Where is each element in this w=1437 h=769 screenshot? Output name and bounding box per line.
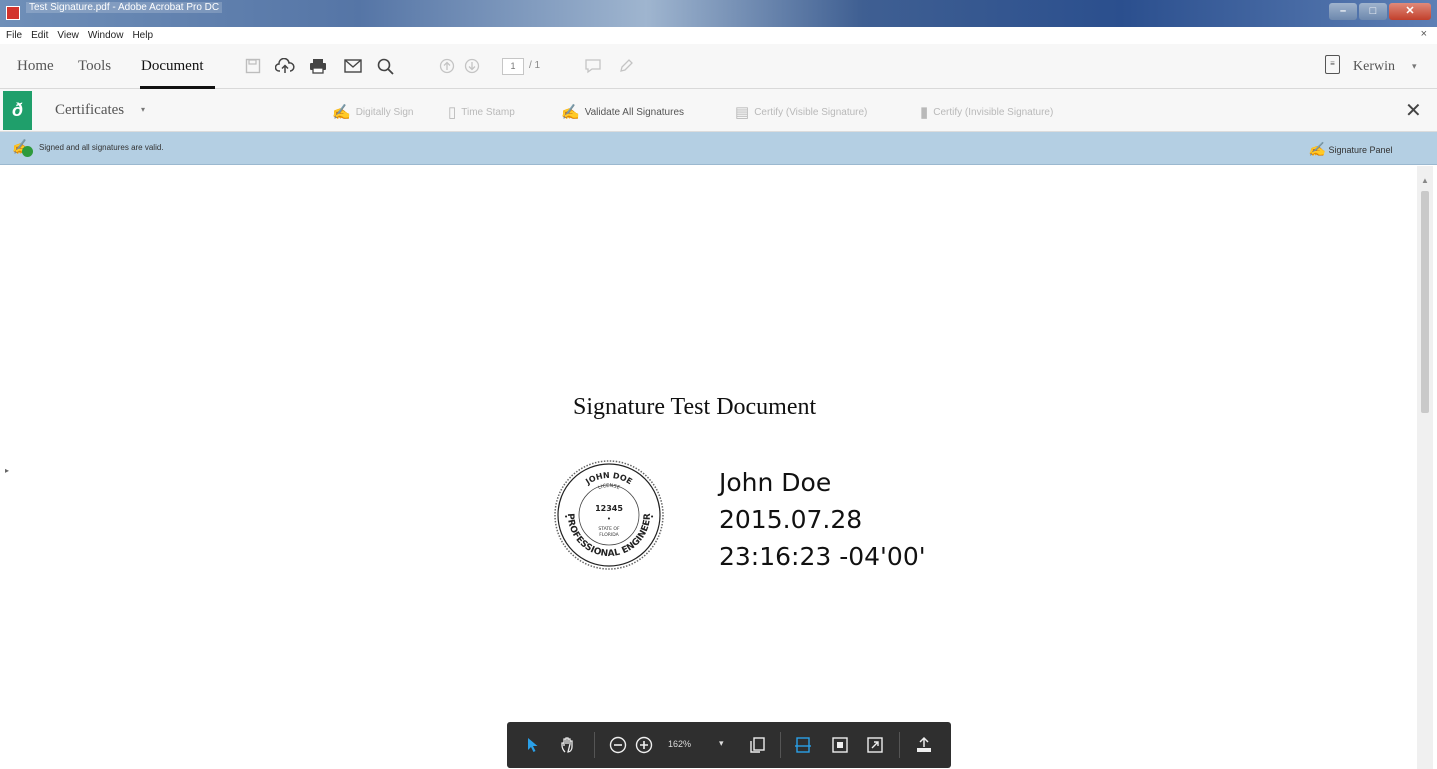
svg-text:FLORIDA: FLORIDA bbox=[599, 532, 619, 538]
time-stamp-icon: ▯ bbox=[448, 104, 457, 121]
certificates-menu[interactable]: Certificates bbox=[55, 102, 124, 119]
signature-time: 23:16:23 -04'00' bbox=[719, 542, 926, 571]
signature-date: 2015.07.28 bbox=[719, 505, 863, 534]
svg-text:•: • bbox=[564, 513, 568, 521]
close-tool-button[interactable]: ✕ bbox=[1405, 98, 1422, 123]
menu-view[interactable]: View bbox=[57, 30, 79, 41]
certify-visible-label: Certify (Visible Signature) bbox=[754, 106, 868, 118]
hand-tool-icon[interactable] bbox=[558, 734, 580, 756]
menu-window[interactable]: Window bbox=[88, 30, 124, 41]
account-icon[interactable]: ≡ bbox=[1325, 55, 1340, 74]
previous-page-icon[interactable] bbox=[437, 56, 457, 76]
menu-help[interactable]: Help bbox=[132, 30, 153, 41]
search-icon[interactable] bbox=[375, 56, 395, 76]
zoom-level-select[interactable]: 162% bbox=[668, 739, 691, 749]
tab-document[interactable]: Document bbox=[141, 58, 203, 75]
validate-all-signatures-label: Validate All Signatures bbox=[584, 106, 685, 118]
signature-panel-label: Signature Panel bbox=[1328, 144, 1393, 155]
menu-edit[interactable]: Edit bbox=[31, 30, 48, 41]
certify-invisible-label: Certify (Invisible Signature) bbox=[933, 106, 1054, 118]
chevron-down-icon[interactable]: ▾ bbox=[719, 738, 724, 749]
time-stamp-button[interactable]: ▯ Time Stamp bbox=[448, 103, 515, 121]
svg-text:•: • bbox=[607, 515, 611, 523]
certify-visible-signature-button[interactable]: ▤ Certify (Visible Signature) bbox=[735, 103, 867, 121]
digitally-sign-label: Digitally Sign bbox=[355, 106, 414, 118]
toolbar-divider bbox=[594, 732, 595, 758]
scroll-up-arrow-icon[interactable]: ▲ bbox=[1421, 176, 1429, 185]
digital-signature-block[interactable]: John Doe 2015.07.28 23:16:23 -04'00' bbox=[719, 464, 926, 575]
zoom-out-icon[interactable] bbox=[607, 734, 629, 756]
signature-status-bar: ✍ Signed and all signatures are valid. ✍… bbox=[0, 132, 1437, 165]
validate-all-signatures-button[interactable]: ✍ Validate All Signatures bbox=[561, 103, 684, 121]
main-toolbar: Home Tools Document 1 / 1 ≡ Kerwin ▾ bbox=[0, 44, 1437, 89]
document-title: Signature Test Document bbox=[573, 394, 817, 420]
signature-status-text: Signed and all signatures are valid. bbox=[39, 143, 164, 152]
close-document-button[interactable]: × bbox=[1421, 28, 1427, 40]
engineer-seal-stamp[interactable]: JOHN DOE PROFESSIONAL ENGINEER LICENSE 1… bbox=[552, 458, 666, 572]
signature-panel-icon: ✍ bbox=[1308, 141, 1326, 157]
page-number-input[interactable]: 1 bbox=[502, 58, 524, 75]
tab-tools[interactable]: Tools bbox=[78, 58, 111, 75]
digital-sign-icon: ✍ bbox=[332, 104, 351, 121]
minimize-button[interactable]: – bbox=[1329, 3, 1357, 20]
acrobat-app-icon bbox=[6, 6, 20, 20]
certificates-tool-icon: ð bbox=[3, 91, 32, 130]
window-title: Test Signature.pdf - Adobe Acrobat Pro D… bbox=[26, 2, 223, 13]
chevron-down-icon[interactable]: ▾ bbox=[1412, 61, 1417, 72]
toolbar-divider bbox=[899, 732, 900, 758]
comment-icon[interactable] bbox=[583, 56, 603, 76]
signature-panel-button[interactable]: ✍ Signature Panel bbox=[1308, 141, 1392, 158]
signature-valid-icon: ✍ bbox=[12, 138, 34, 158]
svg-text:•: • bbox=[650, 513, 654, 521]
window-controls: – □ ✕ bbox=[1329, 3, 1431, 20]
full-screen-icon[interactable] bbox=[864, 734, 886, 756]
menu-file[interactable]: File bbox=[6, 30, 22, 41]
fit-width-icon[interactable] bbox=[792, 734, 814, 756]
export-upload-icon[interactable] bbox=[913, 734, 935, 756]
next-page-icon[interactable] bbox=[462, 56, 482, 76]
certificates-toolbar: ð Certificates ▾ ✍ Digitally Sign ▯ Time… bbox=[0, 89, 1437, 132]
signer-name: John Doe bbox=[719, 468, 832, 497]
scrollbar-thumb[interactable] bbox=[1421, 191, 1429, 413]
menu-bar: File Edit View Window Help × bbox=[0, 27, 1437, 44]
page-view-icon[interactable] bbox=[746, 734, 768, 756]
digitally-sign-button[interactable]: ✍ Digitally Sign bbox=[332, 103, 414, 121]
highlight-pen-icon[interactable] bbox=[616, 56, 636, 76]
certify-invisible-signature-button[interactable]: ▮ Certify (Invisible Signature) bbox=[920, 103, 1053, 121]
svg-text:STATE OF: STATE OF bbox=[598, 526, 620, 532]
upload-cloud-icon[interactable] bbox=[275, 56, 295, 76]
document-view[interactable]: ▸ ▲ Signature Test Document JOHN DOE PRO… bbox=[0, 166, 1437, 769]
svg-text:12345: 12345 bbox=[595, 504, 623, 513]
email-icon[interactable] bbox=[343, 56, 363, 76]
navigation-pane-toggle[interactable]: ▸ bbox=[5, 466, 9, 475]
chevron-down-icon[interactable]: ▾ bbox=[141, 105, 145, 114]
fit-page-icon[interactable] bbox=[829, 734, 851, 756]
page-total: / 1 bbox=[529, 60, 541, 71]
title-bar: Test Signature.pdf - Adobe Acrobat Pro D… bbox=[0, 0, 1437, 27]
print-icon[interactable] bbox=[308, 56, 328, 76]
tab-home[interactable]: Home bbox=[17, 58, 54, 75]
acrobat-window: Test Signature.pdf - Adobe Acrobat Pro D… bbox=[0, 0, 1437, 769]
close-window-button[interactable]: ✕ bbox=[1389, 3, 1431, 20]
toolbar-divider bbox=[780, 732, 781, 758]
certify-invisible-icon: ▮ bbox=[920, 104, 929, 121]
zoom-in-icon[interactable] bbox=[633, 734, 655, 756]
maximize-button[interactable]: □ bbox=[1359, 3, 1387, 20]
save-icon[interactable] bbox=[243, 56, 263, 76]
validate-signatures-icon: ✍ bbox=[561, 104, 580, 121]
select-cursor-icon[interactable] bbox=[522, 734, 544, 756]
certify-visible-icon: ▤ bbox=[735, 104, 750, 121]
svg-text:LICENSE: LICENSE bbox=[597, 483, 621, 491]
time-stamp-label: Time Stamp bbox=[461, 106, 515, 118]
user-name[interactable]: Kerwin bbox=[1353, 59, 1395, 75]
